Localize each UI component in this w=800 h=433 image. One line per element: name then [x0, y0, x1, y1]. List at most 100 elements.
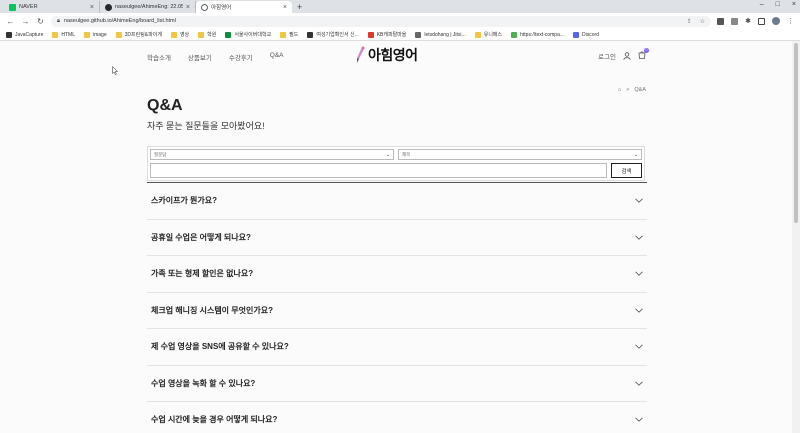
bookmark-folder-icon [83, 31, 90, 38]
bookmark-item[interactable]: https://text-compa... [511, 31, 565, 38]
bookmark-item[interactable]: 학원 [198, 31, 216, 38]
bookmark-item[interactable]: letsdohang | Jitsi... [415, 31, 466, 38]
faq-item[interactable]: 스카이프가 뭔가요? [147, 183, 647, 220]
bookmark-item[interactable]: HTML [52, 31, 75, 38]
extension-icon[interactable] [717, 17, 725, 25]
faq-question: 제 수업 영상을 SNS에 공유할 수 있나요? [151, 342, 289, 352]
page-viewport: 학습소개 상품보기 수강후기 Q&A 아힘영어 로그인 0 ⌂ > Q&A Q&… [0, 41, 792, 433]
github-favicon-icon [105, 3, 112, 11]
bookmark-folder-icon [280, 31, 287, 38]
menu-kebab-icon[interactable]: ⋮ [787, 17, 794, 25]
extension-icon[interactable] [731, 17, 739, 25]
reload-icon[interactable]: ↻ [36, 17, 45, 26]
chevron-down-icon[interactable] [635, 198, 643, 204]
chevron-down-icon[interactable] [635, 308, 643, 313]
minimize-icon[interactable]: – [760, 1, 764, 8]
faq-item[interactable]: 공휴일 수업은 어떻게 되나요? [147, 220, 647, 256]
bookmark-item[interactable]: 영상 [170, 31, 189, 38]
search-button[interactable]: 검색 [611, 163, 642, 178]
page-title: Q&A [147, 97, 183, 114]
bookmark-folder-icon [474, 31, 481, 38]
bookmark-item[interactable]: 서울사이버대학교 [225, 31, 271, 38]
back-icon[interactable]: ← [6, 17, 15, 26]
bookmark-folder-icon [307, 31, 314, 38]
maximize-icon[interactable]: □ [776, 1, 780, 8]
user-icon[interactable] [623, 52, 631, 60]
main-nav: 학습소개 상품보기 수강후기 Q&A [147, 52, 284, 62]
logo-text: 아힘영어 [368, 47, 418, 63]
bookmark-label: 여성기업확인서 신... [316, 32, 359, 38]
bookmark-label: 서울사이버대학교 [234, 32, 272, 38]
bookmark-folder-icon [225, 31, 232, 38]
address-bar[interactable]: 🔒︎ naseulgee.github.io/AhimeEng/board_li… [51, 15, 712, 27]
faq-item[interactable]: 수업 시간에 늦을 경우 어떻게 되나요? [147, 402, 647, 433]
nav-item-qna[interactable]: Q&A [270, 52, 284, 62]
bookmark-label: image [92, 31, 107, 38]
cart-count-badge: 0 [644, 48, 649, 53]
chevron-down-icon[interactable] [635, 381, 643, 386]
bookmark-item[interactable]: 3D프린팅&파이게 [115, 31, 162, 38]
chevron-down-icon[interactable] [635, 344, 643, 350]
bookmark-item[interactable]: 필드 [280, 31, 298, 38]
nav-item-reviews[interactable]: 수강후기 [229, 52, 253, 62]
page-scrollbar[interactable] [792, 41, 800, 433]
page-subtitle: 자주 묻는 질문들을 모아봤어요! [147, 121, 265, 131]
header-utilities: 로그인 0 [598, 48, 649, 61]
bookmark-label: HTML [61, 31, 75, 38]
puzzle-icon[interactable]: ✱ [745, 17, 751, 25]
faq-question: 체크업 해니징 시스템이 무엇인가요? [151, 305, 273, 315]
nav-item-products[interactable]: 상품보기 [188, 52, 212, 62]
bookmark-item[interactable]: JavaCapture [6, 31, 44, 38]
bookmark-item[interactable]: 여성기업확인서 신... [307, 31, 359, 38]
bookmark-star-icon[interactable]: ☆ [700, 18, 705, 25]
chevron-down-icon: ⌄ [385, 151, 390, 158]
profile-avatar[interactable] [772, 17, 780, 25]
close-tab-icon[interactable]: × [186, 4, 190, 11]
faq-item[interactable]: 수업 영상을 녹화 할 수 있나요? [147, 366, 647, 402]
bookmark-folder-icon [170, 31, 177, 38]
cart-button[interactable]: 0 [638, 48, 649, 61]
bookmark-folder-icon [573, 31, 580, 38]
bookmark-folder-icon [6, 31, 12, 38]
bookmarks-bar: JavaCapture HTML image 3D프린팅&파이게 영상 학원 서울사이버대학… [0, 29, 800, 41]
close-window-icon[interactable]: × [792, 1, 796, 8]
home-icon[interactable]: ⌂ [618, 87, 621, 93]
login-link[interactable]: 로그인 [598, 51, 616, 61]
new-tab-button[interactable]: + [297, 2, 302, 12]
browser-toolbar: ← → ↻ 🔒︎ naseulgee.github.io/AhimeEng/bo… [0, 13, 800, 29]
chevron-down-icon[interactable] [635, 417, 643, 423]
field-select[interactable]: 제목 ⌄ [398, 149, 642, 160]
bookmark-label: JavaCapture [15, 31, 44, 38]
bookmark-item[interactable]: 유니메스 [474, 31, 502, 38]
nav-item-intro[interactable]: 학습소개 [147, 52, 171, 62]
bookmark-label: https://text-compa... [520, 31, 565, 38]
site-logo[interactable]: 아힘영어 [355, 45, 418, 65]
sidebar-icon[interactable] [758, 17, 765, 25]
field-select-value: 제목 [402, 151, 411, 157]
scrollbar-thumb[interactable] [794, 43, 798, 223]
window-controls: – □ × [760, 1, 796, 8]
close-tab-icon[interactable]: × [283, 4, 287, 11]
category-select-value: 질문답 [154, 151, 167, 157]
bookmark-item[interactable]: image [83, 31, 107, 38]
chevron-down-icon[interactable] [635, 271, 643, 277]
forward-icon[interactable]: → [21, 17, 30, 26]
bookmark-item[interactable]: Discord [573, 31, 599, 38]
browser-tab-active[interactable]: 아힘영어 × [196, 1, 292, 13]
chevron-down-icon[interactable] [635, 235, 643, 240]
browser-tab-naver[interactable]: NAVER × [4, 1, 100, 13]
search-form: 질문답 ⌄ 제목 ⌄ 검색 [147, 146, 645, 181]
tab-title: NAVER [19, 4, 38, 10]
bookmark-item[interactable]: KB캐피탈마을 [367, 31, 406, 38]
share-icon[interactable]: ⇪ [687, 18, 692, 25]
faq-item[interactable]: 제 수업 영상을 SNS에 공유할 수 있나요? [147, 329, 647, 366]
url-text: naseulgee.github.io/AhimeEng/board_list.… [63, 18, 176, 24]
faq-item[interactable]: 체크업 해니징 시스템이 무엇인가요? [147, 293, 647, 329]
bookmark-folder-icon [415, 31, 422, 38]
site-header: 학습소개 상품보기 수강후기 Q&A 아힘영어 로그인 0 [0, 41, 792, 74]
category-select[interactable]: 질문답 ⌄ [150, 149, 394, 160]
search-input[interactable] [150, 163, 607, 178]
close-tab-icon[interactable]: × [90, 4, 94, 11]
faq-item[interactable]: 가족 또는 형제 할인은 없나요? [147, 256, 647, 293]
browser-tab-github[interactable]: naseulgee/AhimeEng: 22.05.09 × [100, 1, 196, 13]
